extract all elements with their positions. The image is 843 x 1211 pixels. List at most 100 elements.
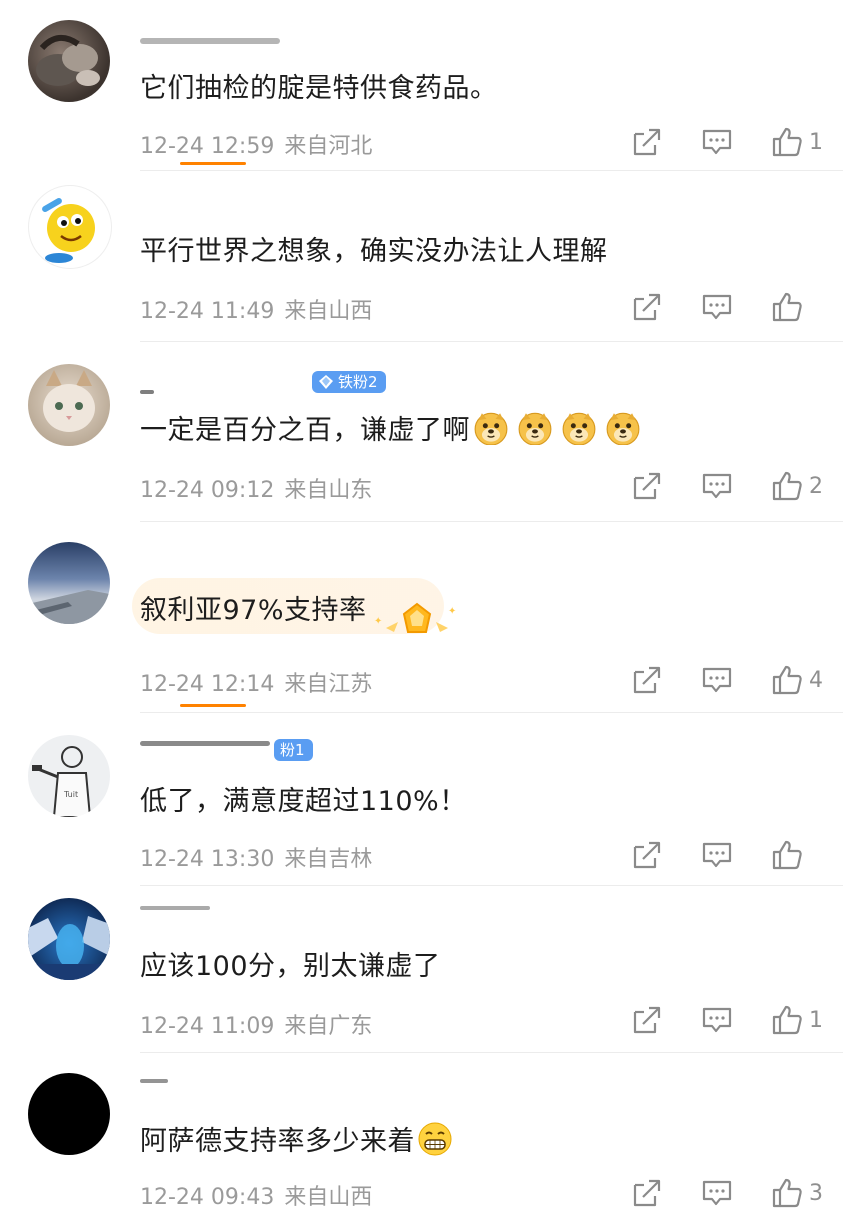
location: 来自山西 xyxy=(284,299,373,324)
action-bar: 3 xyxy=(593,1177,823,1209)
comment-meta: 12-24 12:14 来自江苏 xyxy=(140,666,372,698)
comment-button[interactable] xyxy=(701,664,733,696)
like-button[interactable]: 1 xyxy=(771,126,823,158)
action-bar: 2 xyxy=(593,470,823,502)
like-button[interactable] xyxy=(771,291,821,323)
like-button[interactable]: 3 xyxy=(771,1177,823,1209)
doge-emoji xyxy=(562,412,596,445)
comment-button[interactable] xyxy=(701,1004,733,1036)
divider xyxy=(140,1052,843,1053)
comment-button[interactable] xyxy=(701,291,733,323)
username-redacted[interactable] xyxy=(140,1079,168,1083)
comment-button[interactable] xyxy=(701,839,733,871)
share-icon xyxy=(631,291,663,323)
avatar[interactable] xyxy=(28,542,110,624)
doge-emoji xyxy=(474,412,508,445)
comment-icon xyxy=(701,839,733,871)
like-button[interactable]: 1 xyxy=(771,1004,823,1036)
comment-text: 应该100分，别太谦虚了 xyxy=(140,944,441,983)
avatar[interactable] xyxy=(28,898,110,980)
timestamp: 12-24 09:43 xyxy=(140,1185,275,1210)
comment-icon xyxy=(701,126,733,158)
sketch-person-icon: Tuit xyxy=(32,746,92,817)
username-redacted[interactable] xyxy=(140,390,154,394)
comment-meta: 12-24 13:30 来自吉林 xyxy=(140,841,372,873)
action-bar xyxy=(593,839,821,871)
svg-text:✦: ✦ xyxy=(374,616,382,627)
gold-medal-icon: ✦ ✦ xyxy=(374,602,456,633)
location: 来自山东 xyxy=(284,478,373,503)
avatar[interactable] xyxy=(28,20,110,102)
share-button[interactable] xyxy=(631,126,663,158)
like-button[interactable]: 2 xyxy=(771,470,823,502)
divider xyxy=(140,712,843,713)
like-count: 2 xyxy=(809,473,823,499)
comment-meta: 12-24 12:59 来自河北 xyxy=(140,128,372,160)
avatar[interactable] xyxy=(28,1073,110,1155)
doge-emoji xyxy=(518,412,552,445)
like-button[interactable] xyxy=(771,839,821,871)
like-count: 4 xyxy=(809,667,823,693)
share-button[interactable] xyxy=(631,839,663,871)
avatar[interactable] xyxy=(28,185,112,269)
like-icon xyxy=(771,839,803,871)
share-button[interactable] xyxy=(631,470,663,502)
location: 来自江苏 xyxy=(284,672,373,697)
avatar[interactable] xyxy=(28,364,110,446)
comment-text: 叙利亚97%支持率 xyxy=(140,588,367,627)
timestamp: 12-24 12:59 xyxy=(140,134,275,159)
comment-meta: 12-24 09:43 来自山西 xyxy=(140,1179,372,1211)
divider xyxy=(140,521,843,522)
like-button[interactable]: 4 xyxy=(771,664,823,696)
cat-photo-icon xyxy=(36,35,100,86)
comment-text: 一定是百分之百，谦虚了啊 xyxy=(140,408,640,447)
scenery-photo-icon xyxy=(28,916,110,980)
share-icon xyxy=(631,470,663,502)
comment-text: 低了，满意度超过110%！ xyxy=(140,779,467,818)
badge-label: 粉1 xyxy=(280,741,305,759)
airplane-window-photo-icon xyxy=(28,590,110,624)
like-icon xyxy=(771,1004,803,1036)
comment-text: 平行世界之想象，确实没办法让人理解 xyxy=(140,229,608,268)
cartoon-face-icon xyxy=(42,198,95,263)
comment-button[interactable] xyxy=(701,470,733,502)
like-count: 1 xyxy=(809,1007,823,1033)
share-button[interactable] xyxy=(631,1004,663,1036)
share-icon xyxy=(631,1004,663,1036)
highlight-underline xyxy=(180,704,246,707)
share-icon xyxy=(631,664,663,696)
like-icon xyxy=(771,126,803,158)
share-button[interactable] xyxy=(631,664,663,696)
fan-badge[interactable]: 铁粉2 xyxy=(312,371,386,393)
badge-label: 铁粉2 xyxy=(338,373,378,391)
share-button[interactable] xyxy=(631,1177,663,1209)
timestamp: 12-24 11:09 xyxy=(140,1014,275,1039)
username-redacted[interactable] xyxy=(140,38,280,44)
like-count: 1 xyxy=(809,129,823,155)
comment-icon xyxy=(701,1004,733,1036)
location: 来自河北 xyxy=(284,134,373,159)
comment-button[interactable] xyxy=(701,1177,733,1209)
action-bar: 4 xyxy=(593,664,823,696)
timestamp: 12-24 12:14 xyxy=(140,672,275,697)
like-icon xyxy=(771,470,803,502)
diamond-icon xyxy=(319,375,333,389)
username-redacted[interactable] xyxy=(140,741,270,746)
share-button[interactable] xyxy=(631,291,663,323)
comment-button[interactable] xyxy=(701,126,733,158)
comment-text-content: 叙利亚97%支持率 xyxy=(140,595,367,626)
action-bar xyxy=(593,291,821,323)
like-icon xyxy=(771,291,803,323)
fan-badge[interactable]: 粉1 xyxy=(274,739,313,761)
comment-text: 它们抽检的腚是特供食药品。 xyxy=(140,66,498,105)
comment-text-content: 它们抽检的腚是特供食药品。 xyxy=(140,73,498,104)
highlight-underline xyxy=(180,162,246,165)
avatar[interactable]: Tuit xyxy=(28,735,110,817)
grin-emoji xyxy=(418,1122,452,1155)
like-icon xyxy=(771,664,803,696)
comment-text-content: 阿萨德支持率多少来着 xyxy=(140,1126,415,1157)
share-icon xyxy=(631,839,663,871)
doge-emoji xyxy=(606,412,640,445)
comment-meta: 12-24 09:12 来自山东 xyxy=(140,472,372,504)
username-redacted[interactable] xyxy=(140,906,210,910)
